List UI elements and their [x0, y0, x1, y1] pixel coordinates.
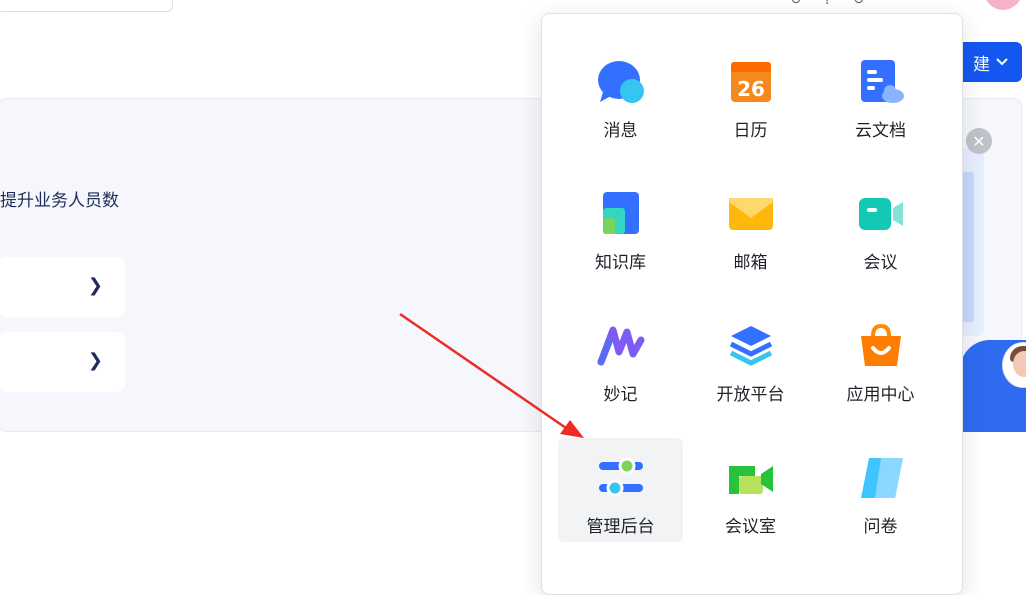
close-icon[interactable]: ✕ [966, 128, 992, 154]
avatar[interactable] [984, 0, 1022, 10]
app-label: 会议室 [725, 517, 776, 537]
wiki-icon [602, 192, 639, 234]
app-label: 日历 [733, 121, 768, 141]
open-platform-icon [729, 326, 772, 366]
app-item-meeting[interactable]: 会议 [818, 174, 943, 278]
top-toolbar: ↻ ? ↺ [790, 0, 865, 8]
admin-console-icon [598, 457, 643, 497]
app-item-cloud-doc[interactable]: 云文档 [818, 42, 943, 146]
app-label: 妙记 [603, 385, 638, 405]
refresh-icon[interactable]: ↻ [790, 0, 802, 8]
app-item-wiki[interactable]: 知识库 [558, 174, 683, 278]
app-grid: 消息 26 日历 云文档 知识库 邮箱 会议 妙记 开放平台 应用中心 管理后台… [558, 42, 943, 570]
app-item-app-center[interactable]: 应用中心 [818, 306, 943, 410]
create-button-label: 建 [973, 54, 990, 75]
video-meeting-icon [858, 198, 903, 230]
app-item-minutes[interactable]: 妙记 [558, 306, 683, 410]
app-item-message[interactable]: 消息 [558, 42, 683, 146]
app-label: 问卷 [863, 517, 898, 537]
minutes-icon [597, 326, 644, 366]
mail-icon [728, 198, 773, 230]
search-input[interactable] [0, 0, 173, 12]
app-item-mail[interactable]: 邮箱 [688, 174, 813, 278]
app-label: 消息 [603, 121, 638, 141]
app-item-calendar[interactable]: 26 日历 [688, 42, 813, 146]
svg-text:26: 26 [737, 77, 765, 101]
banner-row[interactable]: ❯ [0, 257, 125, 317]
app-label: 应用中心 [846, 385, 915, 405]
banner-text: 提升业务人员数 [0, 191, 119, 211]
meeting-room-icon [728, 466, 773, 494]
banner-illustration-detail [962, 172, 974, 322]
chevron-right-icon: ❯ [87, 275, 103, 296]
help-icon[interactable]: ? [824, 0, 831, 8]
app-label: 知识库 [595, 253, 646, 273]
survey-icon [860, 458, 903, 498]
app-label: 云文档 [855, 121, 906, 141]
app-label: 邮箱 [733, 253, 768, 273]
banner-row[interactable]: ❯ [0, 332, 125, 392]
app-item-admin-console[interactable]: 管理后台 [558, 438, 683, 542]
app-item-open-platform[interactable]: 开放平台 [688, 306, 813, 410]
app-item-survey[interactable]: 问卷 [818, 438, 943, 542]
more-icon[interactable]: ↺ [853, 0, 865, 8]
cloud-doc-icon [860, 60, 904, 103]
app-label: 会议 [863, 253, 898, 273]
app-center-icon [860, 323, 901, 366]
app-label: 开放平台 [716, 385, 785, 405]
chevron-down-icon [996, 58, 1008, 66]
chevron-right-icon: ❯ [87, 350, 103, 371]
app-label: 管理后台 [586, 517, 655, 537]
app-item-meeting-room[interactable]: 会议室 [688, 438, 813, 542]
app-launcher-panel: 消息 26 日历 云文档 知识库 邮箱 会议 妙记 开放平台 应用中心 管理后台… [541, 13, 963, 595]
calendar-icon: 26 [730, 62, 771, 102]
message-icon [597, 61, 644, 103]
